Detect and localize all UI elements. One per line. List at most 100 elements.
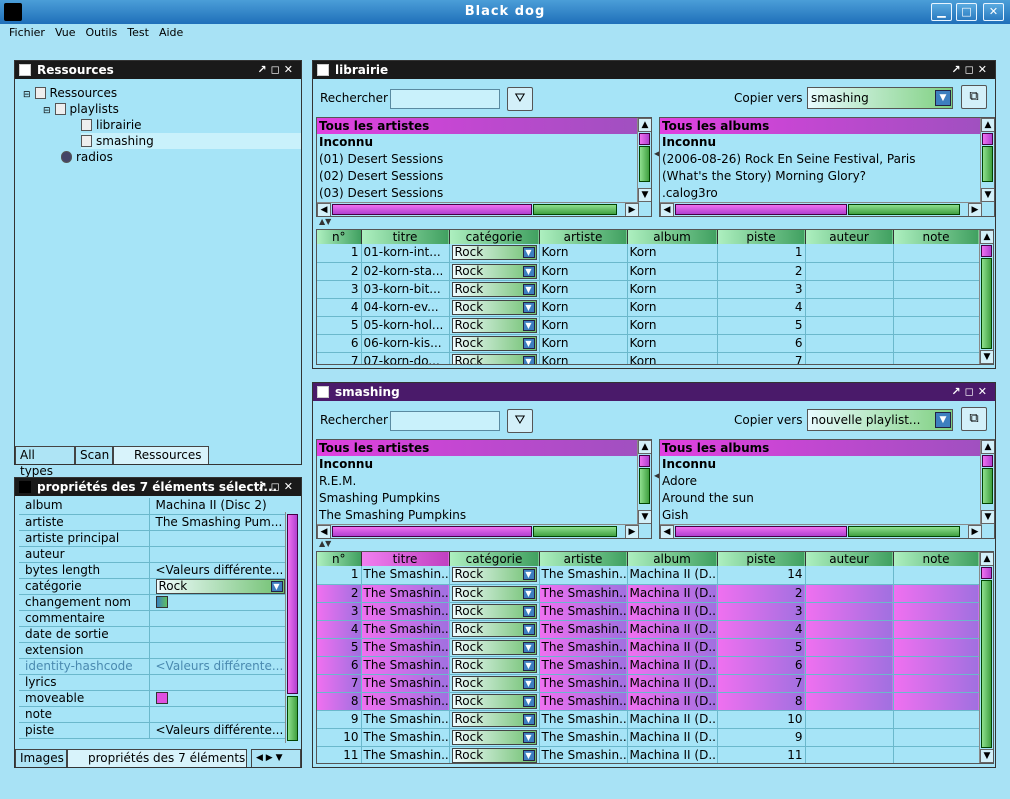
category-select[interactable]: Rock ▼ (451, 729, 537, 745)
smashing-table-scrollbar[interactable]: ▲ ▼ (979, 552, 993, 763)
list-item[interactable]: (03) Desert Sessions (317, 185, 651, 202)
albums-header[interactable]: Tous les albums (660, 118, 980, 134)
property-row[interactable]: bytes length <Valeurs différente... (19, 562, 285, 579)
checkbox[interactable] (155, 595, 168, 608)
search-input[interactable] (390, 89, 500, 109)
column-header[interactable]: catégorie (449, 230, 540, 244)
menu-outils[interactable]: Outils (80, 24, 122, 39)
tab-ressources[interactable]: Ressources (113, 446, 209, 464)
tree-node-radios[interactable]: radios (61, 149, 113, 165)
column-header[interactable]: n° (317, 552, 362, 566)
artists-vscroll[interactable]: ▲ ▼ (637, 440, 651, 524)
table-row[interactable]: 11 The Smashin... Rock ▼ The Smashin... Machi… (317, 746, 980, 763)
list-item[interactable]: Smashing Pumpkins (317, 490, 651, 507)
property-row[interactable]: note (19, 706, 285, 723)
list-item[interactable]: (01) Desert Sessions (317, 151, 651, 168)
table-row[interactable]: 8 The Smashin... Rock ▼ The Smashin... Machin… (317, 692, 980, 711)
albums-header[interactable]: Tous les albums (660, 440, 980, 456)
category-select[interactable]: Rock ▼ (451, 317, 537, 333)
category-select[interactable]: Rock ▼ (451, 747, 537, 763)
table-row[interactable]: 6 06-korn-kis... Rock ▼ Korn Korn 6 (317, 334, 980, 353)
tab-scroll-arrows[interactable]: ◀ ▶ ▼ (251, 749, 301, 767)
list-item[interactable]: Inconnu (660, 134, 994, 151)
menu-fichier[interactable]: Fichier (4, 24, 50, 39)
checkbox[interactable] (155, 691, 168, 704)
albums-vscroll[interactable]: ▲ ▼ (980, 440, 994, 524)
panel-controls[interactable]: ↗◻✕ (257, 61, 297, 79)
category-select[interactable]: Rock ▼ (451, 263, 537, 279)
list-item[interactable]: Inconnu (317, 456, 651, 473)
category-select[interactable]: Rock ▼ (451, 621, 537, 637)
column-header[interactable]: artiste (539, 230, 628, 244)
column-header[interactable]: note (893, 552, 980, 566)
category-select[interactable]: Rock ▼ (451, 639, 537, 655)
artists-header[interactable]: Tous les artistes (317, 118, 637, 134)
tab-images[interactable]: Images (15, 749, 67, 767)
list-item[interactable]: Adore (660, 473, 994, 490)
property-row[interactable]: changement nom (19, 594, 285, 611)
property-row[interactable]: artiste The Smashing Pum... (19, 514, 285, 531)
category-select[interactable]: Rock ▼ (451, 711, 537, 727)
column-header[interactable]: album (627, 552, 718, 566)
table-row[interactable]: 4 04-korn-ev... Rock ▼ Korn Korn 4 (317, 298, 980, 317)
column-header[interactable]: titre (361, 552, 450, 566)
copy-icon[interactable]: ⧉ (961, 85, 987, 109)
property-row[interactable]: moveable (19, 690, 285, 707)
property-row[interactable]: auteur (19, 546, 285, 563)
table-row[interactable]: 1 The Smashin... Rock ▼ The Smashin... Machin… (317, 566, 980, 585)
artists-header[interactable]: Tous les artistes (317, 440, 637, 456)
list-item[interactable]: (What's the Story) Morning Glory? (660, 168, 994, 185)
category-select[interactable]: Rock ▼ (155, 578, 284, 593)
property-row[interactable]: artiste principal (19, 530, 285, 547)
column-header[interactable]: note (893, 230, 980, 244)
property-row[interactable]: piste <Valeurs différente... (19, 722, 285, 739)
tree-node-ressources[interactable]: ⊟ Ressources (23, 85, 117, 101)
list-item[interactable]: R.E.M. (317, 473, 651, 490)
artists-vscroll[interactable]: ▲ ▼ (637, 118, 651, 202)
category-select[interactable]: Rock ▼ (451, 245, 537, 261)
tab-all-types[interactable]: All types (15, 446, 75, 478)
table-row[interactable]: 7 07-korn-do... Rock ▼ Korn Korn 7 (317, 352, 980, 364)
property-row[interactable]: date de sortie (19, 626, 285, 643)
column-header[interactable]: auteur (805, 552, 894, 566)
list-item[interactable]: Around the sun (660, 490, 994, 507)
list-item[interactable]: Inconnu (317, 134, 651, 151)
tree-node-librairie[interactable]: librairie (81, 117, 142, 133)
category-select[interactable]: Rock ▼ (451, 585, 537, 601)
copy-icon[interactable]: ⧉ (961, 407, 987, 431)
tab-scan[interactable]: Scan (75, 446, 113, 464)
row-splitter[interactable]: ▲▼ (319, 217, 331, 226)
row-splitter[interactable]: ▲▼ (319, 539, 331, 548)
list-item[interactable]: Gish (660, 507, 994, 524)
tree-node-smashing[interactable]: smashing (81, 133, 301, 149)
properties-scrollbar[interactable] (285, 512, 299, 743)
category-select[interactable]: Rock ▼ (451, 281, 537, 297)
menu-test[interactable]: Test (122, 24, 154, 39)
table-row[interactable]: 3 03-korn-bit... Rock ▼ Korn Korn 3 (317, 280, 980, 299)
category-select[interactable]: Rock ▼ (451, 693, 537, 709)
property-row[interactable]: identity-hashcode <Valeurs différente... (19, 658, 285, 675)
column-header[interactable]: artiste (539, 552, 628, 566)
artists-hscroll[interactable]: ◀ ▶ (317, 202, 639, 216)
table-row[interactable]: 2 02-korn-sta... Rock ▼ Korn Korn 2 (317, 262, 980, 281)
table-row[interactable]: 9 The Smashin... Rock ▼ The Smashin... Machin… (317, 710, 980, 729)
tree-node-playlists[interactable]: ⊟ playlists (43, 101, 119, 117)
albums-hscroll[interactable]: ◀ ▶ (660, 202, 982, 216)
table-row[interactable]: 5 05-korn-hol... Rock ▼ Korn Korn 5 (317, 316, 980, 335)
table-row[interactable]: 6 The Smashin... Rock ▼ The Smashin... Machin… (317, 656, 980, 675)
maximize-button[interactable]: □ (956, 3, 977, 21)
librairie-table-scrollbar[interactable]: ▲ ▼ (979, 230, 993, 364)
property-row[interactable]: extension (19, 642, 285, 659)
property-row[interactable]: catégorie Rock ▼ (19, 578, 285, 595)
category-select[interactable]: Rock ▼ (451, 675, 537, 691)
table-row[interactable]: 5 The Smashin... Rock ▼ The Smashin... Machin… (317, 638, 980, 657)
albums-hscroll[interactable]: ◀ ▶ (660, 524, 982, 538)
table-row[interactable]: 10 The Smashin... Rock ▼ The Smashin... Machi… (317, 728, 980, 747)
copy-to-select[interactable]: smashing ▼ (807, 87, 953, 109)
menu-vue[interactable]: Vue (50, 24, 81, 39)
category-select[interactable]: Rock ▼ (451, 567, 537, 583)
column-header[interactable]: auteur (805, 230, 894, 244)
category-select[interactable]: Rock ▼ (451, 657, 537, 673)
list-item[interactable]: (02) Desert Sessions (317, 168, 651, 185)
table-row[interactable]: 4 The Smashin... Rock ▼ The Smashin... Machin… (317, 620, 980, 639)
